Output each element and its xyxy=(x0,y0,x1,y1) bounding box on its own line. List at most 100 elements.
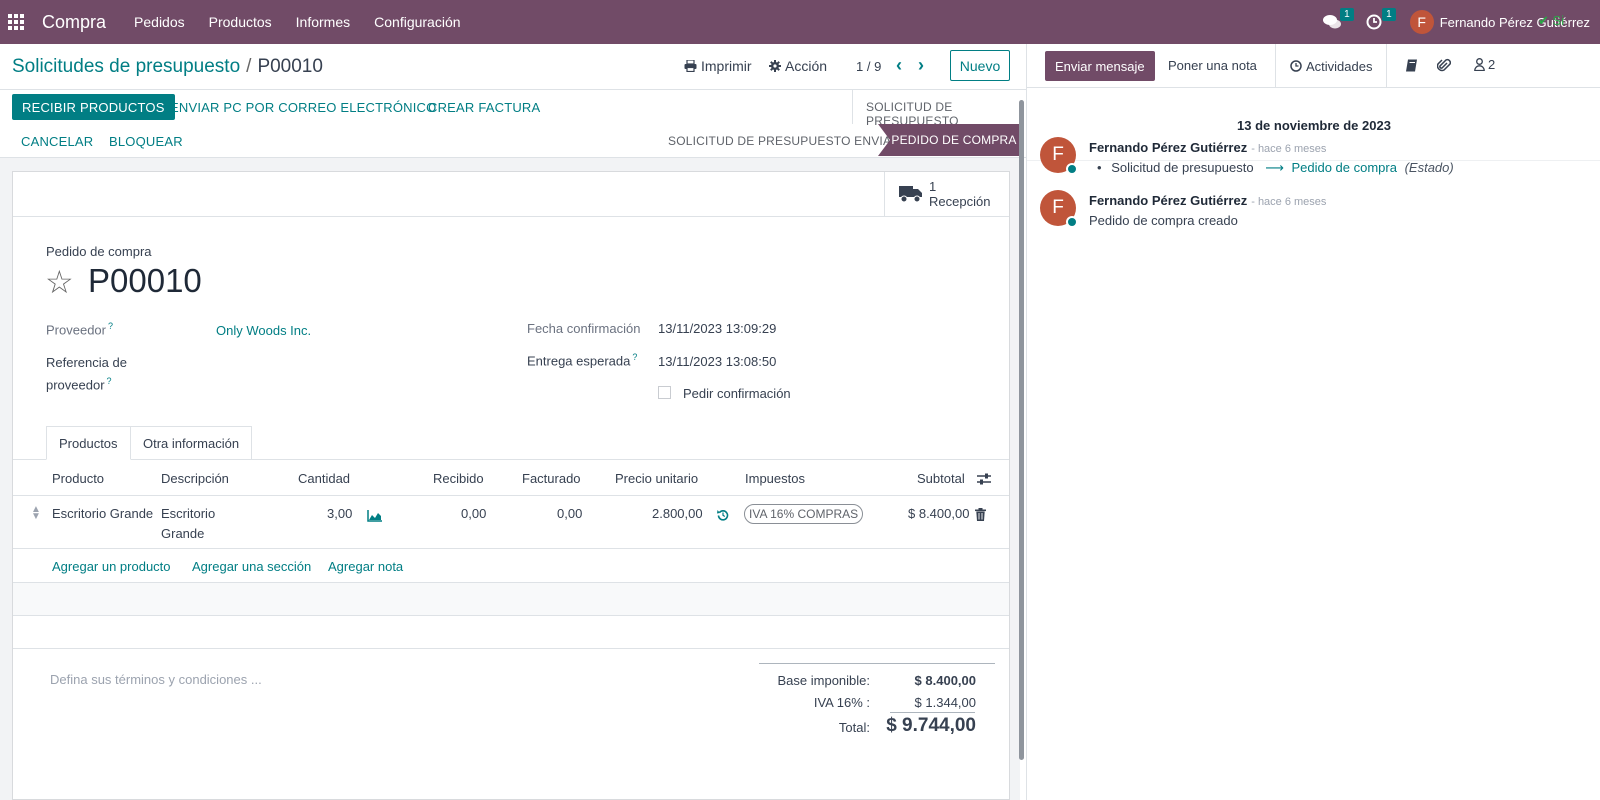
send-message-button[interactable]: Enviar mensaje xyxy=(1045,51,1155,81)
create-invoice-button[interactable]: CREAR FACTURA xyxy=(428,100,540,115)
breadcrumb-parent[interactable]: Solicitudes de presupuesto xyxy=(12,56,240,77)
column-header-subtotal[interactable]: Subtotal xyxy=(917,471,965,486)
scrollbar[interactable] xyxy=(1019,100,1024,760)
user-avatar[interactable]: F xyxy=(1409,10,1434,34)
activities-label: Actividades xyxy=(1306,58,1373,74)
pager-previous-icon[interactable]: ‹ xyxy=(896,55,902,76)
column-header-quantity[interactable]: Cantidad xyxy=(298,471,350,486)
forecast-chart-icon[interactable] xyxy=(367,510,382,522)
message-author-avatar[interactable]: F xyxy=(1040,137,1078,175)
activities-button[interactable]: Actividades xyxy=(1275,44,1388,88)
activity-menu[interactable]: 1 xyxy=(1360,8,1396,34)
pager-next-icon[interactable]: › xyxy=(918,55,924,76)
new-button[interactable]: Nuevo xyxy=(950,50,1010,81)
row-divider xyxy=(13,615,1009,616)
expected-arrival-label-text: Entrega esperada xyxy=(527,353,631,369)
paperclip-icon[interactable] xyxy=(1437,58,1451,73)
print-button[interactable]: Imprimir xyxy=(684,58,752,74)
log-note-button[interactable]: Poner una nota xyxy=(1168,58,1257,73)
column-header-unit-price[interactable]: Precio unitario xyxy=(615,471,698,486)
untaxed-amount-label: Base imponible: xyxy=(777,673,871,688)
stage-rfq[interactable]: SOLICITUD DE PRESUPUESTO xyxy=(866,100,1026,128)
messaging-menu[interactable]: 1 xyxy=(1318,8,1354,34)
expected-arrival-field[interactable]: 13/11/2023 13:08:50 xyxy=(658,354,776,369)
form-sheet: 1 Recepción Pedido de compra ☆ P00010 Pr… xyxy=(12,171,1010,800)
vendor-label-text: Proveedor xyxy=(46,322,106,338)
delete-trash-icon[interactable] xyxy=(975,508,986,521)
message-author[interactable]: Fernando Pérez Gutiérrez - hace 6 meses xyxy=(1089,193,1326,208)
activities-badge: 1 xyxy=(1382,8,1396,21)
followers-button[interactable]: 2 xyxy=(1474,57,1495,72)
cell-received[interactable]: 0,00 xyxy=(461,504,486,524)
cell-subtotal[interactable]: $ 8.400,00 xyxy=(908,504,969,524)
gear-icon xyxy=(769,60,781,72)
tax-amount-value: $ 1.344,00 xyxy=(914,695,976,710)
cell-product[interactable]: Escritorio Grande xyxy=(52,504,153,524)
control-panel: Solicitudes de presupuesto / P00010 Imprim… xyxy=(0,44,1026,90)
terms-conditions-input[interactable]: Defina sus términos y condiciones ... xyxy=(50,672,262,687)
book-icon[interactable] xyxy=(1405,59,1418,72)
column-header-taxes[interactable]: Impuestos xyxy=(745,471,805,486)
tab-products[interactable]: Productos xyxy=(46,426,131,460)
table-row[interactable]: ▲ ▼ Escritorio Grande Escritorio Grande 3… xyxy=(13,496,1009,548)
column-header-product[interactable]: Producto xyxy=(52,471,104,486)
receipt-count: 1 xyxy=(929,179,937,194)
cell-unit-price[interactable]: 2.800,00 xyxy=(652,504,703,524)
avatar-initial: F xyxy=(1052,197,1064,218)
cell-invoiced[interactable]: 0,00 xyxy=(557,504,582,524)
cell-description-line2[interactable]: Grande xyxy=(161,524,204,544)
column-header-description[interactable]: Descripción xyxy=(161,471,229,486)
user-icon xyxy=(1474,58,1485,71)
total-separator xyxy=(890,712,975,713)
tracking-old-value: Solicitud de presupuesto xyxy=(1111,160,1254,175)
tax-tag[interactable]: IVA 16% COMPRAS xyxy=(744,504,864,524)
pager-value[interactable]: 1 / 9 xyxy=(856,59,881,74)
vendor-reference-label-line2: proveedor xyxy=(46,377,105,393)
follow-button[interactable]: ✔ Si xyxy=(1538,13,1564,29)
message-author[interactable]: Fernando Pérez Gutiérrez - hace 6 meses xyxy=(1089,140,1326,155)
stage-purchase-order[interactable]: PEDIDO DE COMPRA xyxy=(878,124,1020,156)
help-icon[interactable]: ? xyxy=(107,376,112,386)
user-name[interactable]: Fernando Pérez Gutiérrez xyxy=(1440,15,1590,30)
action-button[interactable]: Acción xyxy=(769,58,827,74)
app-name[interactable]: Compra xyxy=(42,12,106,33)
help-icon[interactable]: ? xyxy=(632,352,637,362)
breadcrumb-current: P00010 xyxy=(257,56,323,77)
help-icon[interactable]: ? xyxy=(108,321,113,331)
menu-productos[interactable]: Productos xyxy=(209,14,272,30)
ask-confirmation-label: Pedir confirmación xyxy=(683,386,791,401)
column-header-invoiced[interactable]: Facturado xyxy=(522,471,581,486)
stage-rfq-sent[interactable]: SOLICITUD DE PRESUPUESTO ENVIADA xyxy=(668,134,908,148)
send-po-email-button[interactable]: ENVIAR PC POR CORREO ELECTRÓNICO xyxy=(170,100,436,115)
print-label: Imprimir xyxy=(701,58,752,74)
chat-bubbles-icon xyxy=(1322,15,1341,29)
menu-pedidos[interactable]: Pedidos xyxy=(134,14,185,30)
tracking-field-name: (Estado) xyxy=(1404,160,1454,175)
confirmation-date-field[interactable]: 13/11/2023 13:09:29 xyxy=(658,321,776,336)
statusbar: RECIBIR PRODUCTOS ENVIAR PC POR CORREO E… xyxy=(0,90,1026,158)
message-author-avatar[interactable]: F xyxy=(1040,190,1078,228)
add-note-link[interactable]: Agregar nota xyxy=(328,559,403,574)
cancel-button[interactable]: CANCELAR xyxy=(21,134,93,149)
clock-icon xyxy=(1290,60,1302,72)
tab-other-info[interactable]: Otra información xyxy=(130,426,253,460)
menu-informes[interactable]: Informes xyxy=(296,14,350,30)
row-divider xyxy=(13,548,1009,549)
apps-menu-icon[interactable] xyxy=(8,14,24,30)
vendor-field[interactable]: Only Woods Inc. xyxy=(216,323,311,338)
drag-handle-icon[interactable]: ▲ ▼ xyxy=(31,505,41,522)
priority-star-icon[interactable]: ☆ xyxy=(45,266,74,298)
reset-price-icon[interactable] xyxy=(717,509,729,521)
lock-button[interactable]: BLOQUEAR xyxy=(109,134,183,149)
cell-description-line1[interactable]: Escritorio xyxy=(161,504,215,524)
ask-confirmation-checkbox[interactable] xyxy=(658,386,671,399)
cell-quantity[interactable]: 3,00 xyxy=(327,504,352,524)
receive-products-button[interactable]: RECIBIR PRODUCTOS xyxy=(12,94,175,120)
optional-columns-icon[interactable] xyxy=(977,473,991,485)
menu-configuracion[interactable]: Configuración xyxy=(374,14,460,30)
receipt-smart-button[interactable]: 1 Recepción xyxy=(884,172,1009,216)
add-section-link[interactable]: Agregar una sección xyxy=(192,559,311,574)
add-product-link[interactable]: Agregar un producto xyxy=(52,559,171,574)
column-header-received[interactable]: Recibido xyxy=(433,471,484,486)
chatter-panel: Enviar mensaje Poner una nota Actividade… xyxy=(1026,44,1600,800)
